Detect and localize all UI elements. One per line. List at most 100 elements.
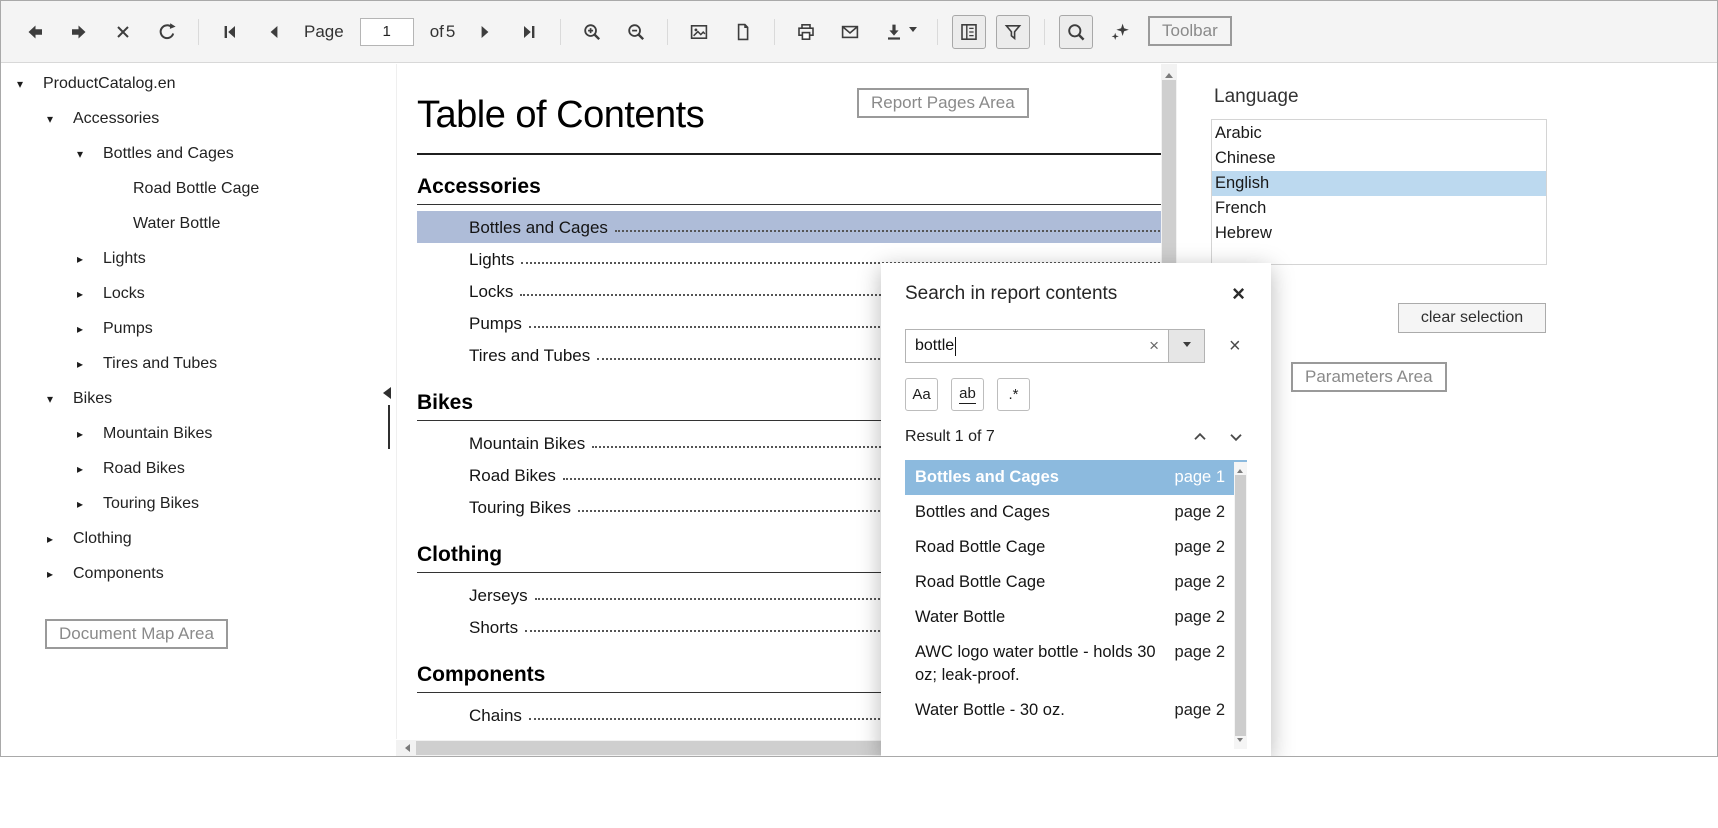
expand-arrow-icon[interactable]: ▸ <box>77 357 103 371</box>
match-whole-word-button[interactable]: ab <box>951 378 984 411</box>
collapse-arrow-icon[interactable]: ▾ <box>47 392 73 406</box>
last-page-button[interactable] <box>512 15 546 49</box>
search-result-row[interactable]: Bottles and Cagespage 2 <box>905 495 1247 530</box>
tree-item-road-bottle-cage[interactable]: Road Bottle Cage <box>1 171 389 206</box>
refresh-icon <box>157 22 177 42</box>
expand-arrow-icon[interactable]: ▸ <box>77 252 103 266</box>
report-pages-annotation: Report Pages Area <box>857 88 1029 118</box>
search-history-dropdown-button[interactable] <box>1168 330 1204 362</box>
scroll-up-arrow-icon[interactable] <box>1165 69 1173 78</box>
toggle-document-map-button[interactable] <box>952 15 986 49</box>
toc-entry-label: Shorts <box>469 618 518 643</box>
toolbar: Page of 5 <box>1 1 1717 63</box>
search-result-row[interactable]: Road Bottle Cagepage 2 <box>905 565 1247 600</box>
next-page-button[interactable] <box>468 15 502 49</box>
scroll-down-arrow-icon[interactable] <box>1237 738 1243 745</box>
result-text: Bottles and Cages <box>915 501 1175 524</box>
document-map-panel: ▾ProductCatalog.en▾Accessories▾Bottles a… <box>1 64 389 756</box>
language-option-chinese[interactable]: Chinese <box>1212 146 1546 171</box>
close-icon[interactable]: × <box>1232 285 1245 303</box>
language-option-hebrew[interactable]: Hebrew <box>1212 221 1546 246</box>
language-listbox[interactable]: ArabicChineseEnglishFrenchHebrew <box>1211 119 1547 265</box>
document-map-tree: ▾ProductCatalog.en▾Accessories▾Bottles a… <box>1 64 389 591</box>
tree-item-bikes[interactable]: ▾Bikes <box>1 381 389 416</box>
tree-item-water-bottle[interactable]: Water Bottle <box>1 206 389 241</box>
export-download-button[interactable] <box>877 15 923 49</box>
expand-arrow-icon[interactable]: ▸ <box>77 322 103 336</box>
tree-item-locks[interactable]: ▸Locks <box>1 276 389 311</box>
expand-arrow-icon[interactable]: ▸ <box>77 497 103 511</box>
page-mode-button[interactable] <box>726 15 760 49</box>
language-option-english[interactable]: English <box>1212 171 1546 196</box>
toolbar-separator <box>198 19 199 45</box>
search-result-row[interactable]: Water Bottlepage 2 <box>905 600 1247 635</box>
expand-arrow-icon[interactable]: ▸ <box>77 287 103 301</box>
nav-forward-button[interactable] <box>62 15 96 49</box>
page-number-input[interactable] <box>360 18 414 46</box>
toc-entry-label: Pumps <box>469 314 522 339</box>
search-button[interactable] <box>1059 15 1093 49</box>
search-result-row[interactable]: AWC logo water bottle - holds 30 oz; lea… <box>905 635 1247 693</box>
next-result-button[interactable] <box>1227 428 1245 446</box>
tree-item-mountain-bikes[interactable]: ▸Mountain Bikes <box>1 416 389 451</box>
result-page-label: page 2 <box>1175 641 1225 664</box>
toc-entry-label: Jerseys <box>469 586 528 611</box>
splitter-collapse-arrow-icon[interactable] <box>383 387 391 399</box>
tree-item-road-bikes[interactable]: ▸Road Bikes <box>1 451 389 486</box>
collapse-arrow-icon[interactable]: ▾ <box>47 112 73 126</box>
tree-item-label: ProductCatalog.en <box>43 75 176 93</box>
tree-item-accessories[interactable]: ▾Accessories <box>1 101 389 136</box>
tree-item-bottles-and-cages[interactable]: ▾Bottles and Cages <box>1 136 389 171</box>
tree-item-clothing[interactable]: ▸Clothing <box>1 521 389 556</box>
previous-result-button[interactable] <box>1191 428 1209 446</box>
refresh-button[interactable] <box>150 15 184 49</box>
tree-item-lights[interactable]: ▸Lights <box>1 241 389 276</box>
tree-item-productcatalog-en[interactable]: ▾ProductCatalog.en <box>1 66 389 101</box>
results-scrollbar[interactable] <box>1234 462 1247 749</box>
tree-item-tires-and-tubes[interactable]: ▸Tires and Tubes <box>1 346 389 381</box>
results-scroll-thumb[interactable] <box>1235 475 1246 736</box>
scroll-left-arrow-icon[interactable] <box>401 744 410 752</box>
previous-page-button[interactable] <box>257 15 291 49</box>
result-page-label: page 2 <box>1175 571 1225 594</box>
tree-item-pumps[interactable]: ▸Pumps <box>1 311 389 346</box>
collapse-arrow-icon[interactable]: ▾ <box>77 147 103 161</box>
zoom-in-icon <box>582 22 602 42</box>
send-email-button[interactable] <box>833 15 867 49</box>
toggle-parameters-button[interactable] <box>996 15 1030 49</box>
expand-arrow-icon[interactable]: ▸ <box>47 567 73 581</box>
clear-input-icon[interactable]: × <box>1140 330 1168 362</box>
use-regex-button[interactable]: .* <box>997 378 1030 411</box>
ai-assistant-button[interactable] <box>1103 15 1137 49</box>
language-option-french[interactable]: French <box>1212 196 1546 221</box>
search-result-row[interactable]: Bottles and Cagespage 1 <box>905 460 1247 495</box>
first-page-button[interactable] <box>213 15 247 49</box>
clear-selection-button[interactable]: clear selection <box>1398 303 1546 333</box>
tree-item-components[interactable]: ▸Components <box>1 556 389 591</box>
search-results: Bottles and Cagespage 1Bottles and Cages… <box>905 460 1247 755</box>
stop-search-icon[interactable]: × <box>1229 335 1241 358</box>
splitter-handle[interactable] <box>388 405 390 449</box>
search-result-row[interactable]: Road Bottle Cagepage 2 <box>905 530 1247 565</box>
horizontal-scroll-thumb[interactable] <box>416 741 936 755</box>
zoom-out-icon <box>626 22 646 42</box>
toc-entry-bottles-and-cages[interactable]: Bottles and Cages <box>417 211 1161 243</box>
language-option-arabic[interactable]: Arabic <box>1212 121 1546 146</box>
tree-item-touring-bikes[interactable]: ▸Touring Bikes <box>1 486 389 521</box>
toolbar-separator <box>774 19 775 45</box>
expand-arrow-icon[interactable]: ▸ <box>77 427 103 441</box>
print-button[interactable] <box>789 15 823 49</box>
expand-arrow-icon[interactable]: ▸ <box>47 532 73 546</box>
toggle-print-preview-button[interactable] <box>682 15 716 49</box>
cancel-button[interactable] <box>106 15 140 49</box>
zoom-in-button[interactable] <box>575 15 609 49</box>
expand-arrow-icon[interactable]: ▸ <box>77 462 103 476</box>
scroll-up-arrow-icon[interactable] <box>1237 466 1243 473</box>
match-case-button[interactable]: Aa <box>905 378 938 411</box>
filter-icon <box>1003 22 1023 42</box>
search-result-row[interactable]: Water Bottle - 30 oz.page 2 <box>905 693 1247 728</box>
search-input[interactable]: bottle × <box>905 329 1205 363</box>
zoom-out-button[interactable] <box>619 15 653 49</box>
nav-back-button[interactable] <box>18 15 52 49</box>
collapse-arrow-icon[interactable]: ▾ <box>17 77 43 91</box>
